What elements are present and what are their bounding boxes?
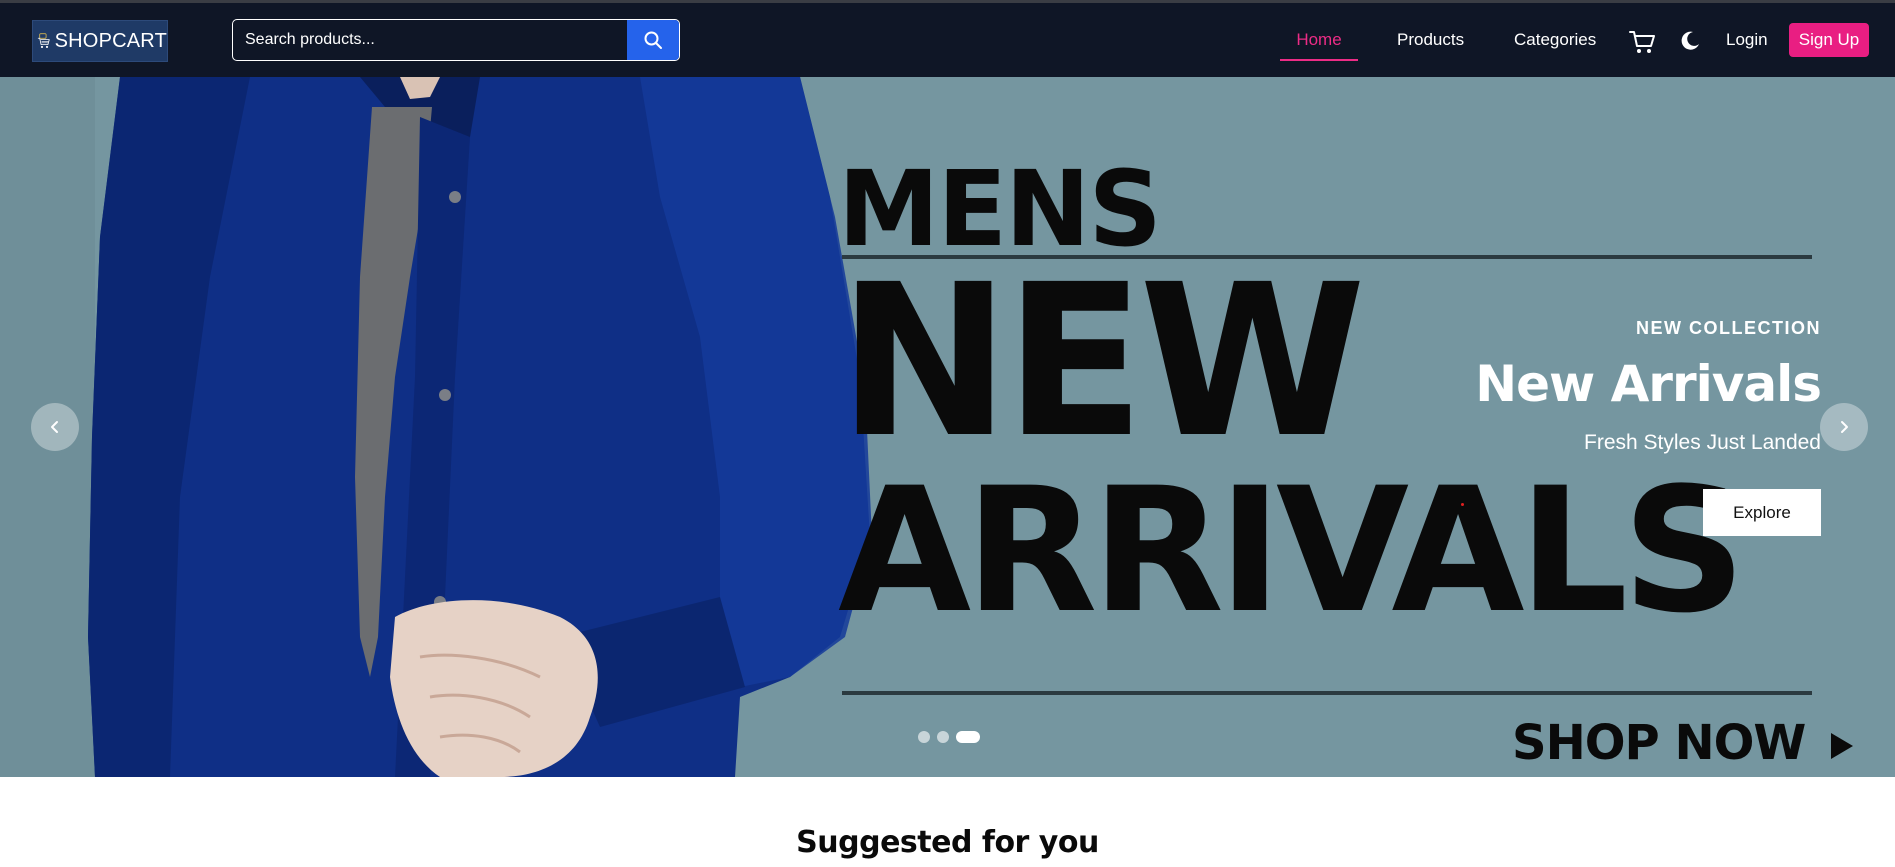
chevron-left-icon	[51, 421, 58, 433]
explore-button[interactable]: Explore	[1703, 489, 1821, 536]
nav-products-link[interactable]: Products	[1397, 30, 1464, 50]
search-button[interactable]	[627, 20, 679, 60]
search-bar	[232, 19, 680, 61]
active-nav-underline	[1280, 59, 1358, 61]
poster-shop-now-text: SHOP NOW	[1512, 719, 1855, 767]
red-marker-dot	[1461, 503, 1464, 506]
carousel-dot-1[interactable]	[918, 731, 930, 743]
carousel-next-button[interactable]	[1820, 403, 1868, 451]
nav-categories-link[interactable]: Categories	[1514, 30, 1596, 50]
shopping-cart-logo-icon	[37, 33, 50, 48]
search-icon	[644, 31, 662, 49]
hero-carousel: MENS NEW ARRIVALS SHOP NOW NEW COLLECTIO…	[0, 77, 1895, 777]
hero-eyebrow: NEW COLLECTION	[1636, 318, 1821, 338]
search-input[interactable]	[233, 20, 627, 60]
hero-subtitle: Fresh Styles Just Landed	[1584, 431, 1821, 454]
signup-button[interactable]: Sign Up	[1789, 23, 1869, 57]
poster-arrivals-text: ARRIVALS	[838, 450, 1746, 651]
poster-divider-bottom	[842, 691, 1812, 695]
carousel-indicators	[918, 731, 980, 743]
play-triangle-icon	[1831, 733, 1854, 759]
cart-icon[interactable]	[1628, 28, 1656, 56]
suggested-section-title: Suggested for you	[796, 825, 1099, 860]
nav-home-link[interactable]: Home	[1280, 30, 1358, 50]
chevron-right-icon	[1841, 421, 1848, 433]
carousel-dot-3[interactable]	[956, 731, 980, 743]
navbar: SHOPCART Home Products Categories Login …	[0, 3, 1895, 77]
nav-login-link[interactable]: Login	[1726, 30, 1768, 50]
poster-new-text: NEW	[838, 239, 1366, 484]
carousel-prev-button[interactable]	[31, 403, 79, 451]
brand-logo[interactable]: SHOPCART	[32, 20, 168, 62]
dark-mode-toggle-icon[interactable]	[1679, 30, 1701, 52]
hero-title: New Arrivals	[1475, 355, 1822, 413]
brand-name: SHOPCART	[54, 29, 167, 52]
carousel-dot-2[interactable]	[937, 731, 949, 743]
poster-shop-now-label: SHOP NOW	[1512, 715, 1806, 771]
